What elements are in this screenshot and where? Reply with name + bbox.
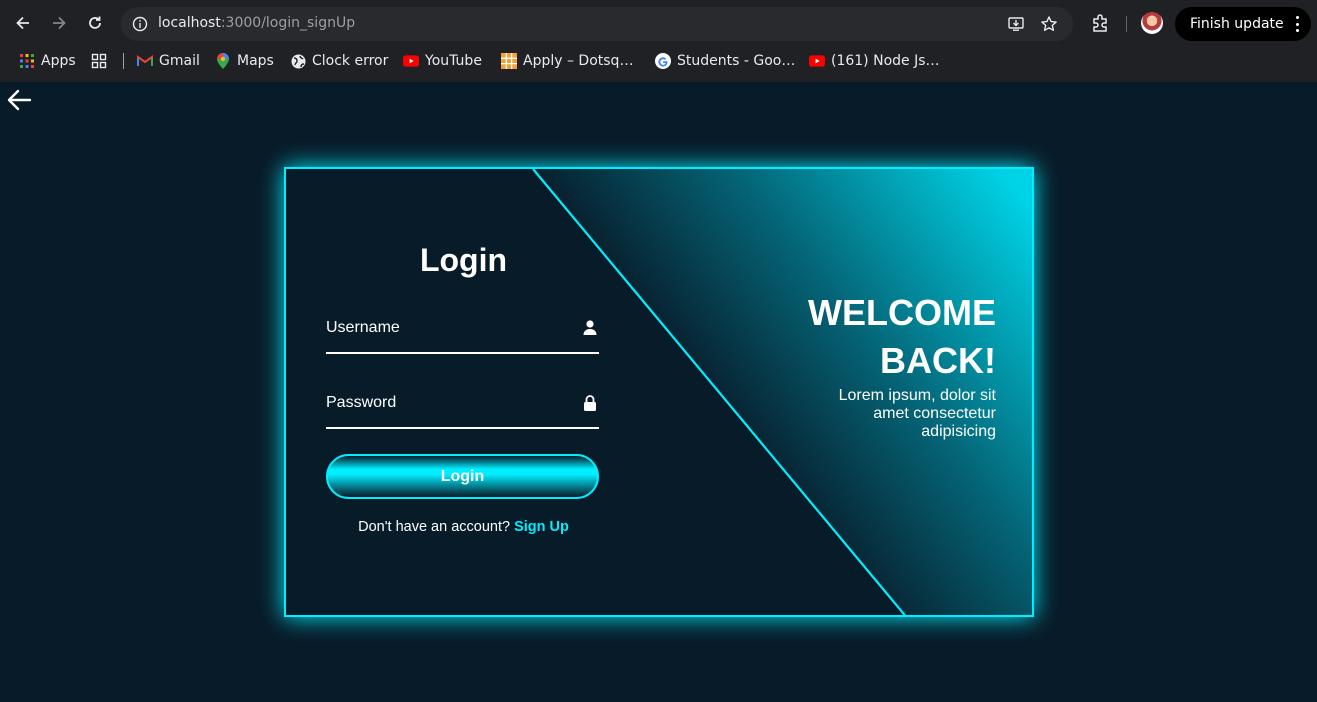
finish-update-label: Finish update — [1190, 16, 1284, 32]
extensions-icon[interactable] — [1089, 12, 1111, 34]
bookmark-label: Apps — [41, 53, 76, 69]
password-field[interactable]: Password — [326, 379, 599, 429]
toolbar-separator — [1126, 16, 1127, 32]
profile-avatar[interactable] — [1141, 12, 1163, 34]
google-icon — [655, 53, 671, 69]
reload-icon — [89, 16, 101, 29]
login-title: Login — [419, 242, 508, 278]
login-button[interactable]: Login — [326, 454, 599, 499]
bookmark-students[interactable]: Students - Goo… — [655, 51, 795, 71]
signup-prompt-text: Don't have an account? — [358, 519, 511, 535]
bookmark-label: Maps — [237, 53, 274, 69]
address-bar[interactable]: localhost:3000/login_signUp — [121, 7, 1073, 41]
signup-link[interactable]: Sign Up — [514, 519, 569, 535]
bookmark-label: Apply – Dotsq… — [523, 53, 634, 69]
bookmark-star-icon[interactable] — [1039, 14, 1059, 34]
bookmarks-bar: Apps Gmail Maps Clock error YouTube Appl… — [0, 47, 1317, 75]
bookmark-label: Students - Goo… — [677, 53, 796, 69]
back-button[interactable] — [8, 8, 38, 38]
install-app-icon[interactable] — [1006, 14, 1026, 34]
grid-orange-icon — [501, 53, 517, 69]
arrow-left-icon — [7, 89, 32, 111]
bookmark-node-js[interactable]: (161) Node Js… — [809, 51, 940, 71]
forward-button[interactable] — [44, 8, 74, 38]
page-back-arrow[interactable] — [6, 88, 32, 112]
bookmark-apps[interactable]: Apps — [19, 51, 76, 71]
globe-icon — [290, 53, 306, 69]
welcome-text: Lorem ipsum, dolor sit amet consectetur … — [838, 387, 996, 440]
site-info-icon[interactable] — [130, 14, 150, 34]
welcome-heading: WELCOME BACK! — [808, 289, 996, 385]
url-host: localhost — [158, 15, 221, 31]
back-arrow-icon — [16, 16, 29, 30]
lock-icon — [584, 395, 596, 411]
username-label: Username — [326, 319, 400, 336]
username-field[interactable]: Username — [326, 304, 599, 354]
more-menu-icon — [1295, 16, 1299, 32]
reload-button[interactable] — [80, 8, 110, 38]
bookmark-tab-groups[interactable] — [91, 51, 107, 71]
youtube-icon — [403, 53, 419, 69]
browser-toolbar: localhost:3000/login_signUp Finish updat… — [0, 0, 1317, 47]
user-icon — [583, 320, 597, 335]
bookmark-label: Clock error — [312, 53, 389, 69]
bookmark-label: Gmail — [159, 53, 200, 69]
login-card: Login Username Password Login Don't have… — [284, 167, 1034, 617]
bookmarks-separator — [123, 53, 124, 69]
bookmark-maps[interactable]: Maps — [215, 51, 274, 71]
url-text: localhost:3000/login_signUp — [158, 15, 355, 31]
forward-arrow-icon — [53, 16, 66, 30]
bookmark-gmail[interactable]: Gmail — [137, 51, 200, 71]
signup-prompt: Don't have an account? Sign Up — [326, 519, 601, 535]
welcome-heading-line2: BACK! — [880, 340, 996, 381]
bookmark-label: (161) Node Js… — [831, 53, 940, 69]
bookmark-clock-error[interactable]: Clock error — [290, 51, 388, 71]
apps-grid-icon — [19, 53, 35, 69]
bookmark-apply-dotsquares[interactable]: Apply – Dotsq… — [501, 51, 633, 71]
bookmark-label: YouTube — [425, 53, 482, 69]
welcome-panel: WELCOME BACK! Lorem ipsum, dolor sit ame… — [808, 289, 996, 441]
password-label: Password — [326, 394, 397, 411]
browser-chrome: localhost:3000/login_signUp Finish updat… — [0, 0, 1317, 82]
finish-update-button[interactable]: Finish update — [1175, 7, 1311, 41]
youtube-icon — [809, 53, 825, 69]
url-path: :3000/login_signUp — [220, 15, 356, 31]
welcome-heading-line1: WELCOME — [808, 292, 996, 333]
bookmark-youtube[interactable]: YouTube — [403, 51, 482, 71]
maps-icon — [215, 53, 231, 69]
tab-groups-icon — [91, 53, 107, 69]
gmail-icon — [137, 53, 153, 69]
